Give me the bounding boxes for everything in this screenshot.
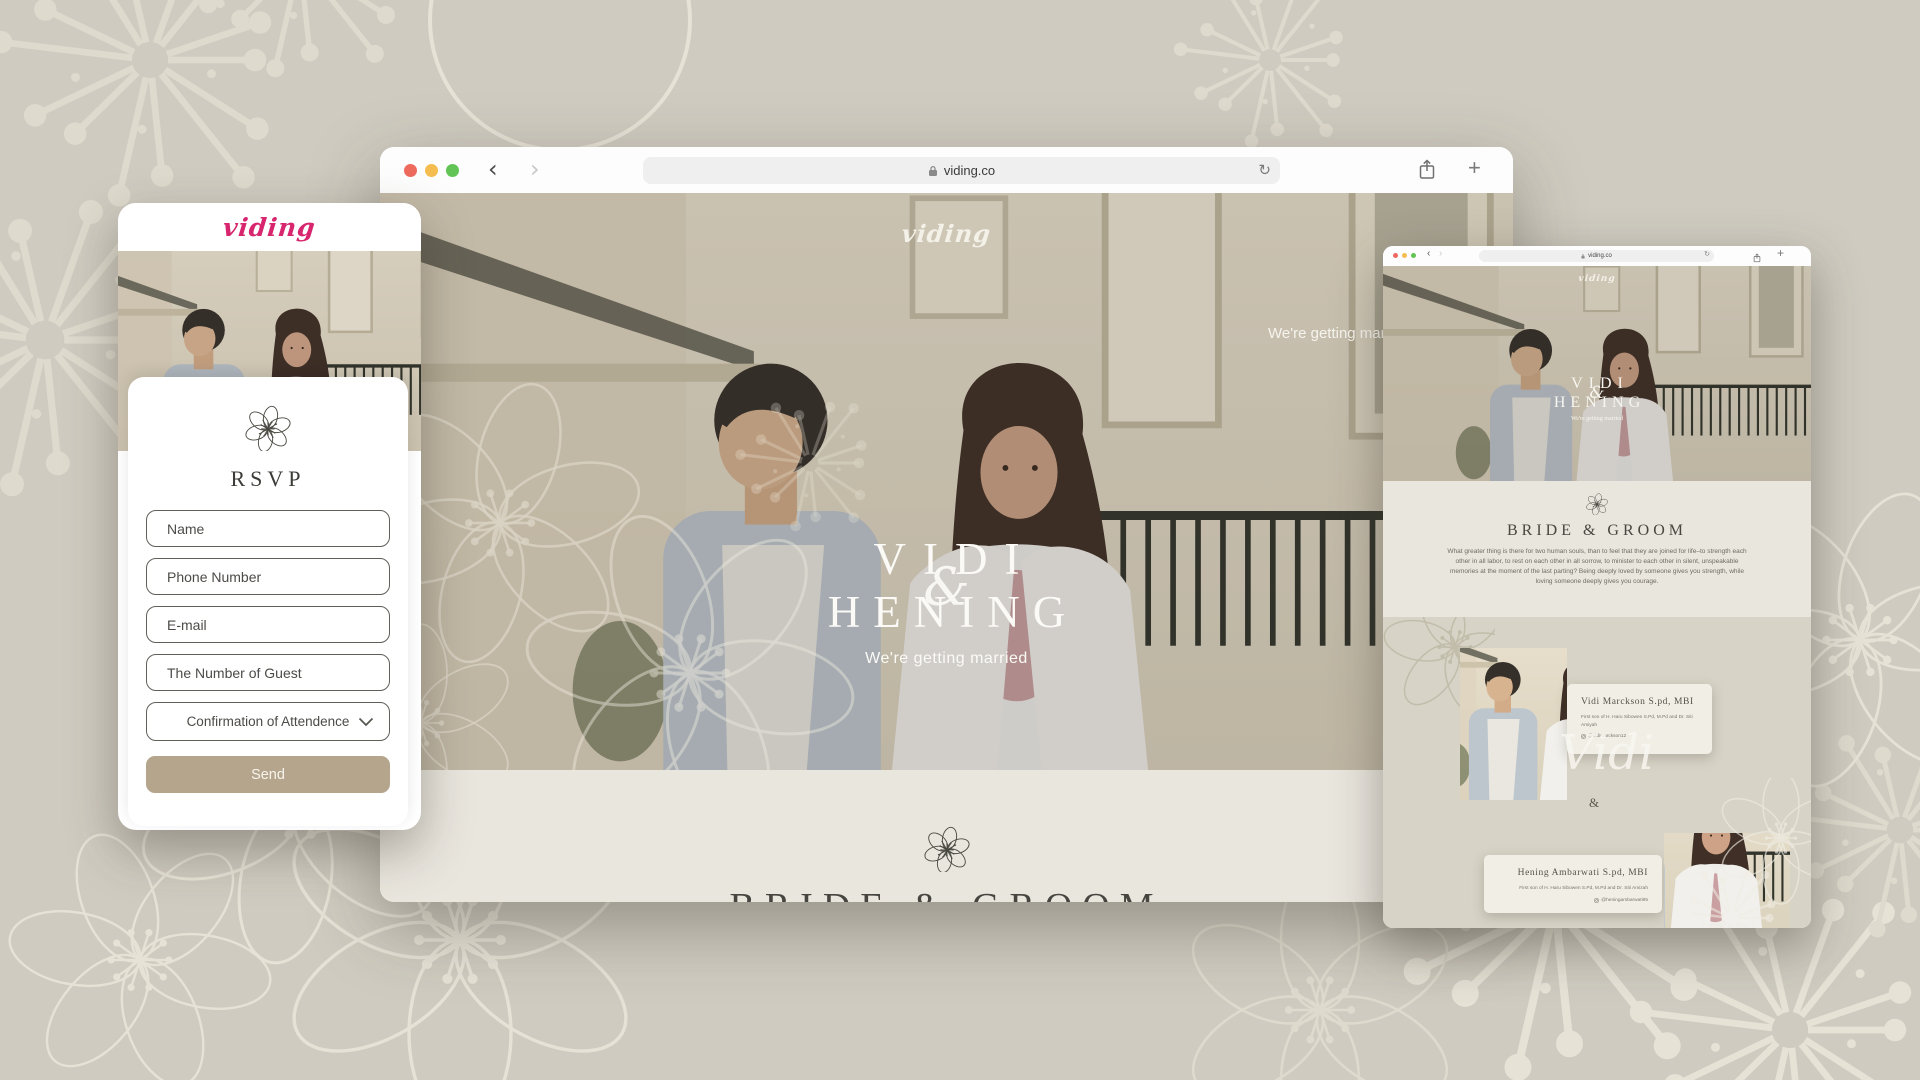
bride-description: First son of H. Haru Sibowen S.Pd, M.Pd … xyxy=(1498,885,1648,893)
section-title: BRIDE & GROOM xyxy=(380,885,1513,902)
site-logo[interactable]: viding xyxy=(380,219,1513,248)
back-button[interactable]: ‹ xyxy=(1427,248,1430,259)
main-browser-toolbar: ‹ › viding.co ↻ + xyxy=(380,147,1513,193)
close-window-button[interactable] xyxy=(1393,253,1398,258)
bride-groom-section: BRIDE & GROOM xyxy=(380,770,1513,902)
hero-subtitle: We're getting married xyxy=(1383,416,1811,422)
new-tab-icon[interactable]: + xyxy=(1468,155,1481,181)
viding-logo[interactable]: viding xyxy=(222,213,318,242)
cherry-blossom-icon xyxy=(1586,493,1608,520)
main-browser-window: ‹ › viding.co ↻ + xyxy=(380,147,1513,902)
address-bar[interactable]: viding.co ↻ xyxy=(643,157,1280,184)
address-bar[interactable]: viding.co ↻ xyxy=(1479,250,1714,262)
section-title: BRIDE & GROOM xyxy=(1383,522,1811,540)
hero-subtitle: We're getting married xyxy=(380,650,1513,668)
guest-count-field[interactable] xyxy=(146,654,390,691)
cherry-blossom-icon xyxy=(245,405,291,456)
bride-groom-section: BRIDE & GROOM What greater thing is ther… xyxy=(1383,481,1811,617)
chevron-down-icon xyxy=(358,715,374,730)
section-paragraph: What greater thing is there for two huma… xyxy=(1447,547,1747,587)
email-field[interactable] xyxy=(146,606,390,643)
minimize-window-button[interactable] xyxy=(425,164,438,177)
lock-icon xyxy=(928,165,938,177)
floral-overlay xyxy=(1691,778,1811,928)
small-browser-toolbar: ‹ › viding.co ↻ + xyxy=(1383,246,1811,266)
hero-title: VIDI & HENING We're getting married xyxy=(1383,376,1811,422)
zoom-window-button[interactable] xyxy=(446,164,459,177)
reload-icon[interactable]: ↻ xyxy=(1704,250,1710,258)
zoom-window-button[interactable] xyxy=(1411,253,1416,258)
send-button[interactable]: Send xyxy=(146,756,390,793)
rsvp-title: RSVP xyxy=(128,466,408,492)
groom-watermark-script: Vidi xyxy=(1559,725,1654,781)
hero-ampersand: & xyxy=(1383,383,1811,403)
groom-photo xyxy=(1460,648,1567,800)
attendance-select[interactable]: Confirmation of Attendence xyxy=(146,702,390,741)
share-icon[interactable] xyxy=(1418,159,1436,185)
hero-title: VIDI & HENING We're getting married xyxy=(380,536,1513,668)
cherry-blossom-icon xyxy=(924,826,970,877)
close-window-button[interactable] xyxy=(404,164,417,177)
url-text: viding.co xyxy=(944,163,995,178)
forward-button[interactable]: › xyxy=(1439,248,1442,259)
name-field[interactable] xyxy=(146,510,390,547)
forward-button[interactable]: › xyxy=(530,153,540,185)
hero-section: viding We're getting married VIDI & HENI… xyxy=(380,193,1513,770)
bride-info-card: Hening Ambarwati S.pd, MBI First son of … xyxy=(1484,855,1662,913)
instagram-icon xyxy=(1594,898,1599,903)
rsvp-form: Confirmation of Attendence Send xyxy=(146,510,390,793)
small-browser-window: ‹ › viding.co ↻ + xyxy=(1383,246,1811,928)
bride-instagram[interactable]: @heningambarwati95 xyxy=(1498,898,1648,903)
bride-name: Hening Ambarwati S.pd, MBI xyxy=(1498,868,1648,878)
back-button[interactable]: ‹ xyxy=(488,153,498,185)
reload-icon[interactable]: ↻ xyxy=(1258,161,1271,179)
marketing-mockup-stage: ‹ › viding.co ↻ + xyxy=(0,0,1920,1080)
rsvp-card: RSVP Confirmation of Attendence Send xyxy=(128,377,408,826)
hero-section: viding VIDI & HENING We're getting marri… xyxy=(1383,266,1811,481)
site-logo[interactable]: viding xyxy=(1383,274,1811,284)
groom-name: Vidi Marckson S.pd, MBI xyxy=(1581,697,1698,707)
url-text: viding.co xyxy=(1588,253,1612,259)
mobile-header: viding xyxy=(118,203,421,251)
hero-ampersand: & xyxy=(380,558,1513,618)
phone-field[interactable] xyxy=(146,558,390,595)
profiles-section: Vidi Marckson S.pd, MBI First son of H. … xyxy=(1383,617,1811,928)
new-tab-icon[interactable]: + xyxy=(1777,246,1784,260)
watermark-ampersand: & xyxy=(1589,795,1599,811)
mobile-rsvp-panel: viding RSVP xyxy=(118,203,421,830)
minimize-window-button[interactable] xyxy=(1402,253,1407,258)
